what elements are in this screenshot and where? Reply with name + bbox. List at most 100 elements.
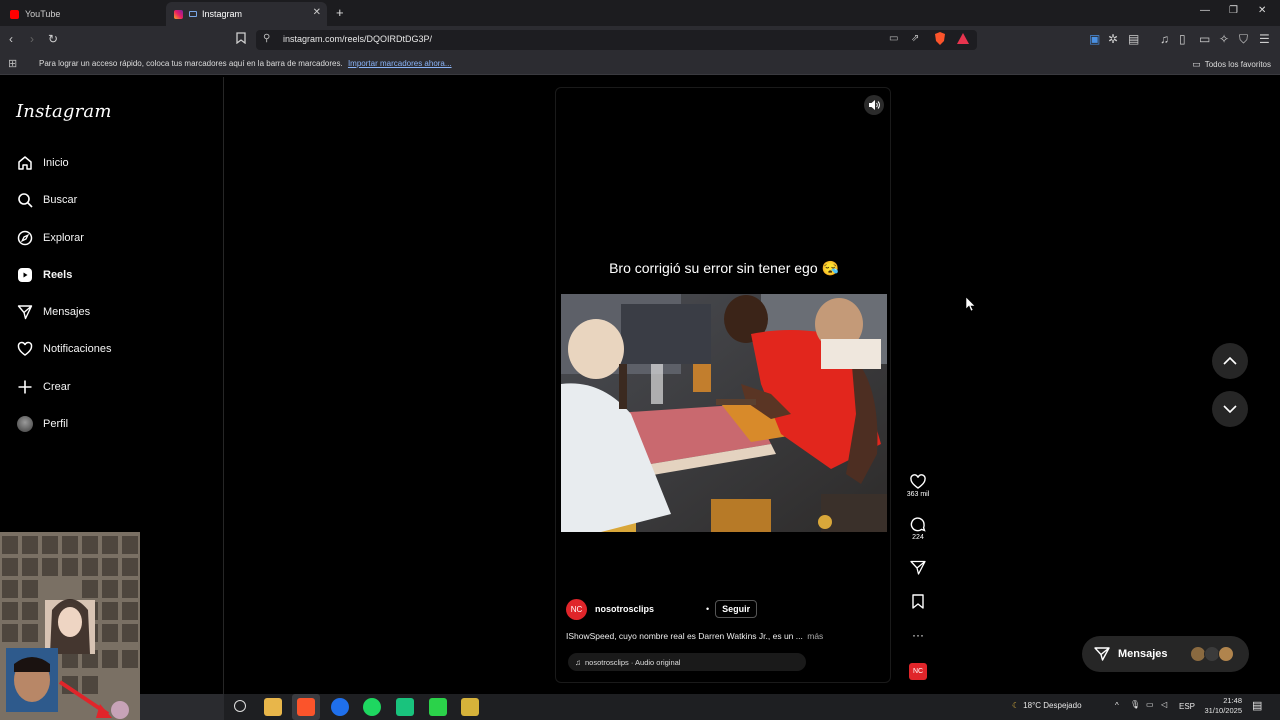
chevron-up-icon: [1223, 357, 1237, 365]
app-icon[interactable]: [396, 698, 414, 716]
url-text[interactable]: instagram.com/reels/DQOIRDtDG3P/: [283, 34, 432, 44]
sidebar-item-mensajes[interactable]: Mensajes: [16, 300, 206, 324]
tab-label: Instagram: [202, 9, 243, 19]
wallet-icon[interactable]: ▭: [1199, 32, 1210, 46]
window-close-icon[interactable]: ✕: [1258, 5, 1266, 16]
heart-icon: [910, 474, 926, 489]
menu-icon[interactable]: ☰: [1259, 32, 1270, 46]
tab-youtube[interactable]: YouTube: [0, 2, 166, 26]
webcam-overlay: [0, 532, 140, 720]
sidebar-item-explorar[interactable]: Explorar: [16, 226, 206, 250]
spotify-icon[interactable]: [363, 698, 381, 716]
more-link[interactable]: más: [807, 631, 823, 641]
taskbar-clock[interactable]: 21:48 31/10/2025: [1196, 696, 1242, 716]
sidebar-item-label: Inicio: [43, 157, 69, 169]
address-bar[interactable]: ⚲ instagram.com/reels/DQOIRDtDG3P/ ▭ ⇗: [256, 30, 977, 50]
cast-icon[interactable]: ▭: [889, 33, 898, 44]
search-icon: [16, 192, 33, 209]
compass-icon: [16, 230, 33, 247]
volume-icon[interactable]: ◁: [1161, 700, 1167, 709]
send-icon: [16, 304, 33, 321]
brave-rewards-icon[interactable]: [957, 33, 969, 47]
send-icon: [1094, 647, 1110, 661]
vpn-icon[interactable]: ⛉: [1239, 32, 1248, 47]
sidebar-item-label: Perfil: [43, 418, 69, 430]
restore-icon[interactable]: ❐: [1229, 5, 1238, 16]
input-language[interactable]: ESP: [1179, 702, 1195, 711]
screenshot-icon[interactable]: ▤: [1128, 32, 1139, 46]
site-info-icon[interactable]: ⚲: [263, 33, 270, 44]
weather-widget[interactable]: ☾ 18°C Despejado: [1012, 701, 1082, 710]
like-button[interactable]: 363 mil: [903, 474, 933, 498]
file-explorer-icon[interactable]: [264, 698, 282, 716]
instagram-logo[interactable]: Instagram: [16, 101, 112, 122]
all-favorites-button[interactable]: ▭ Todos los favoritos: [1192, 59, 1271, 70]
edge-icon[interactable]: [331, 698, 349, 716]
sidebar-item-perfil[interactable]: Perfil: [16, 412, 206, 436]
app-icon[interactable]: [461, 698, 479, 716]
taskbar-search-box[interactable]: [140, 694, 224, 720]
sidebar-item-notificaciones[interactable]: Notificaciones: [16, 337, 206, 361]
sidebar-item-inicio[interactable]: Inicio: [16, 151, 206, 175]
mute-button[interactable]: [864, 95, 884, 115]
reel-description: IShowSpeed, cuyo nombre real es Darren W…: [566, 631, 823, 641]
sidebar-item-reels[interactable]: Reels: [16, 263, 206, 287]
moon-icon: ☾: [1012, 701, 1020, 710]
sidebar-item-label: Reels: [43, 269, 73, 281]
author-username[interactable]: nosotrosclips: [595, 604, 654, 614]
navigation-bar: ‹ › ↻ ⚲ instagram.com/reels/DQOIRDtDG3P/…: [0, 26, 1280, 53]
weather-text: 18°C Despejado: [1023, 701, 1082, 710]
send-icon: [910, 560, 926, 575]
close-tab-icon[interactable]: ✕: [313, 7, 321, 18]
clock-time: 21:48: [1223, 696, 1242, 705]
sidebar-item-label: Buscar: [43, 194, 78, 206]
sidebar-item-buscar[interactable]: Buscar: [16, 188, 206, 212]
import-bookmarks-link[interactable]: Importar marcadores ahora...: [348, 59, 452, 68]
new-tab-button[interactable]: +: [336, 5, 344, 20]
sidebar-item-crear[interactable]: Crear: [16, 375, 206, 399]
back-icon[interactable]: ‹: [9, 32, 13, 46]
reel-audio-button[interactable]: ♫ nosotrosclips · Audio original: [568, 653, 806, 671]
tray-chevron-up-icon[interactable]: ^: [1115, 701, 1119, 710]
share-button[interactable]: [903, 560, 933, 577]
comment-button[interactable]: 224: [903, 517, 933, 541]
follow-button[interactable]: Seguir: [715, 600, 758, 618]
extension-badge-icon[interactable]: ▣: [1089, 32, 1100, 46]
media-icon[interactable]: ♫: [1160, 32, 1169, 46]
extensions-icon[interactable]: ✲: [1108, 32, 1118, 46]
messages-drawer-button[interactable]: Mensajes: [1082, 636, 1249, 672]
bookmark-icon[interactable]: [236, 32, 246, 47]
more-options-icon[interactable]: ···: [903, 628, 933, 642]
tab-instagram[interactable]: Instagram ✕: [166, 2, 327, 26]
sidebar-item-label: Notificaciones: [43, 343, 112, 355]
notifications-icon[interactable]: ▤: [1252, 699, 1262, 712]
previous-reel-button[interactable]: [1212, 343, 1248, 379]
clock-date: 31/10/2025: [1204, 706, 1242, 715]
avatar: [16, 416, 33, 433]
kick-icon[interactable]: [429, 698, 447, 716]
author-avatar[interactable]: NC: [566, 598, 587, 620]
forward-icon[interactable]: ›: [30, 32, 34, 46]
leo-ai-icon[interactable]: ✧: [1219, 32, 1229, 46]
minimize-icon[interactable]: —: [1200, 5, 1210, 16]
sidebar-toggle-icon[interactable]: ▯: [1179, 32, 1186, 46]
audio-avatar[interactable]: NC: [909, 663, 927, 680]
messages-label: Mensajes: [1118, 648, 1168, 660]
network-icon[interactable]: ▭: [1146, 700, 1154, 709]
save-button[interactable]: [903, 594, 933, 611]
mouse-cursor-icon: [966, 297, 975, 311]
like-count: 363 mil: [906, 491, 930, 498]
microphone-icon[interactable]: 🎙: [1130, 700, 1140, 709]
reel-video-frame[interactable]: [561, 294, 887, 532]
next-reel-button[interactable]: [1212, 391, 1248, 427]
tab-media-icon: [189, 11, 197, 17]
brave-shields-icon[interactable]: [934, 32, 946, 48]
cortana-icon[interactable]: [234, 700, 246, 712]
sidebar-item-label: Explorar: [43, 232, 84, 244]
apps-grid-icon[interactable]: ⊞: [8, 57, 17, 70]
reels-icon: [16, 267, 33, 284]
comment-count: 224: [912, 534, 924, 541]
reel-card[interactable]: Bro corrigió su error sin tener ego 😪 NC…: [555, 87, 891, 683]
reload-icon[interactable]: ↻: [48, 32, 58, 46]
share-icon[interactable]: ⇗: [911, 33, 919, 44]
